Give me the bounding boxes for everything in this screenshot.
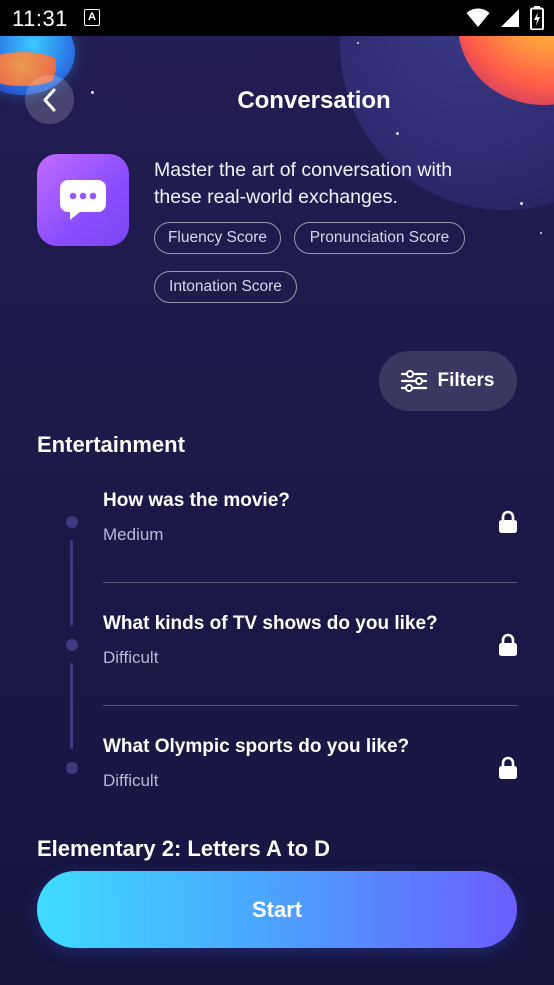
lesson-level: Difficult (103, 648, 159, 667)
start-button[interactable]: Start (37, 871, 517, 948)
section-title-elementary-2: Elementary 2: Letters A to D (37, 836, 331, 861)
timeline-dot (66, 516, 78, 528)
lesson-level: Difficult (103, 771, 159, 790)
status-bar: 11:31 A (0, 0, 554, 36)
lesson-title: What Olympic sports do you like? (103, 736, 410, 757)
divider (103, 705, 517, 706)
divider (103, 582, 517, 583)
lesson-title: What kinds of TV shows do you like? (103, 613, 438, 634)
star-decoration (520, 202, 523, 205)
lesson-level: Medium (103, 525, 164, 544)
wifi-icon (466, 8, 490, 27)
intro-description: Master the art of conversation with thes… (154, 159, 453, 208)
sliders-icon (401, 370, 428, 392)
signal-icon (501, 9, 519, 27)
lock-icon (499, 633, 517, 656)
timeline-line (70, 663, 73, 749)
star-decoration (357, 42, 359, 44)
intonation-score-chip: Intonation Score (154, 271, 297, 303)
start-button-label: Start (251, 896, 303, 922)
timeline-line (70, 540, 73, 626)
pronunciation-score-chip: Pronunciation Score (294, 222, 465, 254)
star-decoration (540, 232, 542, 234)
page-title: Conversation (0, 87, 554, 115)
notification-icon: A (84, 9, 100, 26)
filters-button[interactable]: Filters (379, 351, 517, 411)
conversation-category-icon (37, 154, 129, 246)
status-icons (466, 6, 544, 30)
lock-icon (499, 510, 517, 533)
timeline-dot (66, 762, 78, 774)
chat-bubble-icon (60, 180, 106, 220)
timeline-dot (66, 639, 78, 651)
conversation-screen: 11:31 A Conversation Master the art of c… (0, 0, 554, 985)
star-decoration (396, 132, 399, 135)
filters-label: Filters (437, 370, 495, 391)
fluency-score-chip: Fluency Score (154, 222, 281, 254)
page-title-text: Conversation (237, 87, 391, 114)
lock-icon (499, 756, 517, 779)
battery-icon (530, 6, 544, 30)
section-title-entertainment: Entertainment (37, 432, 185, 457)
status-time: 11:31 (12, 6, 68, 31)
lesson-title: How was the movie? (103, 490, 290, 511)
